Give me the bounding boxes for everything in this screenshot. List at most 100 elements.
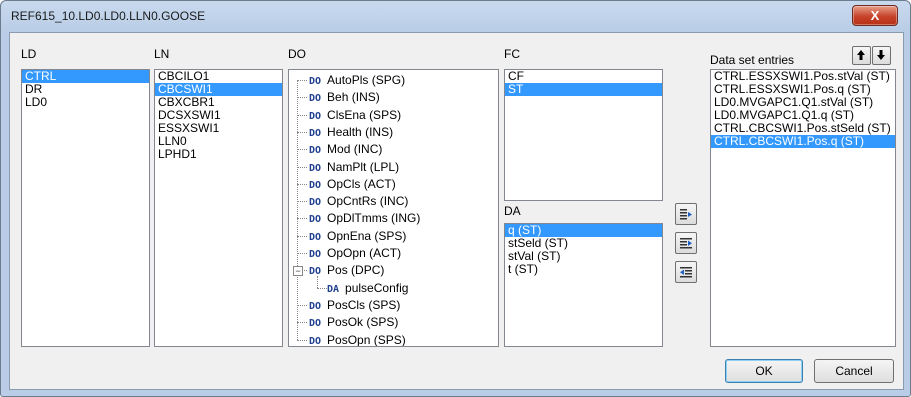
data-object-icon: DO: [309, 266, 322, 278]
do-tree-node[interactable]: DO PosCls (SPS): [309, 297, 400, 314]
do-tree-node[interactable]: DO OpCntRs (INC): [309, 193, 408, 210]
data-object-icon: DO: [309, 249, 322, 260]
tree-connector-line: [297, 149, 307, 151]
dialog-body: LD LN DO FC DA Data set entries CTRL DR LD…: [9, 32, 904, 390]
tree-connector-line: [297, 253, 307, 254]
do-tree-node-label: Pos (DPC): [327, 263, 385, 278]
title-bar[interactable]: REF615_10.LD0.LD0.LLN0.GOOSE X: [1, 1, 910, 31]
tree-connector-line: [297, 218, 307, 220]
tree-connector-line: [297, 114, 307, 116]
do-header: DO: [288, 47, 306, 61]
data-set-entry-item[interactable]: CTRL.CBCSWI1.Pos.q (ST): [711, 135, 895, 148]
data-object-icon: DO: [309, 110, 322, 122]
tree-connector-line: [297, 183, 307, 185]
do-tree-node[interactable]: DO AutoPls (SPG): [309, 72, 405, 89]
data-object-icon: DO: [309, 231, 322, 243]
do-tree-node-label: OpOpn (ACT): [327, 246, 402, 260]
do-tree-node[interactable]: DO OpnEna (SPS): [309, 228, 406, 245]
data-attribute-icon: DA: [327, 283, 340, 295]
data-object-icon: DO: [309, 179, 322, 191]
da-list[interactable]: q (ST) stSeld (ST) stVal (ST) t (ST): [504, 223, 663, 347]
do-tree-node[interactable]: DO PosOpn (SPS): [309, 332, 406, 347]
do-tree-node-label: OpDlTmms (ING): [327, 211, 421, 226]
do-tree-node-label: AutoPls (SPG): [327, 73, 406, 87]
do-tree-node[interactable]: DO OpCls (ACT): [309, 176, 396, 193]
tree-connector-line: [317, 275, 318, 288]
tree-connector-line: [297, 80, 307, 81]
fc-list[interactable]: CF ST: [504, 69, 663, 201]
remove-entry-button[interactable]: [675, 261, 697, 283]
do-tree-node[interactable]: DO Beh (INS): [309, 89, 380, 106]
do-tree-node-label: PosOpn (SPS): [327, 332, 406, 347]
data-object-icon: DO: [309, 335, 322, 347]
tree-connector-line: [297, 131, 307, 133]
fc-header: FC: [504, 47, 520, 61]
data-object-icon: DO: [309, 93, 322, 105]
add-to-list-icon: [680, 209, 692, 220]
do-tree-node[interactable]: DO Pos (DPC): [309, 262, 384, 279]
add-all-icon: [680, 238, 692, 249]
add-entry-button[interactable]: [675, 203, 697, 225]
ok-button[interactable]: OK: [725, 359, 803, 383]
move-up-button[interactable]: [852, 46, 871, 65]
arrow-up-icon: [857, 50, 865, 60]
da-list-item[interactable]: t (ST): [505, 263, 662, 276]
do-tree-node-label: OpCntRs (INC): [327, 194, 409, 209]
close-button[interactable]: X: [852, 5, 898, 26]
remove-from-list-icon: [680, 267, 692, 278]
do-tree-node-label: Health (INS): [327, 124, 394, 139]
ln-header: LN: [154, 47, 170, 61]
data-object-icon: DO: [309, 214, 322, 226]
do-tree-node[interactable]: DO PosOk (SPS): [309, 314, 398, 331]
data-object-icon: DO: [309, 318, 322, 330]
do-tree-node-label: PosOk (SPS): [327, 315, 399, 330]
do-tree-node-label: NamPlt (LPL): [327, 159, 400, 174]
data-object-icon: DO: [309, 162, 322, 174]
do-tree-node-label: pulseConfig: [345, 280, 409, 295]
data-object-icon: DO: [309, 76, 322, 87]
fc-list-item[interactable]: CF: [505, 70, 662, 83]
window-title: REF615_10.LD0.LD0.LLN0.GOOSE: [11, 9, 206, 23]
tree-connector-line: [297, 322, 307, 324]
ld-list[interactable]: CTRL DR LD0: [21, 69, 150, 347]
close-icon: X: [870, 8, 880, 23]
data-object-icon: DO: [309, 197, 322, 209]
do-tree-node[interactable]: DO OpOpn (ACT): [309, 245, 401, 262]
entries-header: Data set entries: [710, 53, 795, 67]
do-tree-node-label: PosCls (SPS): [327, 297, 401, 312]
tree-connector-line: [297, 235, 307, 237]
do-tree-node-label: OpnEna (SPS): [327, 228, 407, 243]
entries-list[interactable]: CTRL.ESSXSWI1.Pos.stVal (ST) CTRL.ESSXSWI…: [710, 69, 896, 347]
da-header: DA: [504, 204, 521, 218]
dialog-window: REF615_10.LD0.LD0.LLN0.GOOSE X LD LN DO …: [0, 0, 911, 397]
ln-list-item[interactable]: LPHD1: [155, 148, 282, 161]
arrow-down-icon: [877, 50, 885, 60]
tree-connector-line: [297, 201, 307, 203]
collapse-toggle-icon[interactable]: −: [293, 266, 303, 277]
do-tree-node[interactable]: DO Mod (INC): [309, 141, 382, 158]
fc-list-item[interactable]: ST: [505, 83, 662, 96]
do-tree-node-label: ClsEna (SPS): [327, 107, 402, 122]
move-down-button[interactable]: [872, 46, 891, 65]
cancel-button[interactable]: Cancel: [814, 359, 894, 383]
tree-connector-line: [297, 80, 298, 340]
ld-header: LD: [21, 47, 37, 61]
do-tree-node[interactable]: DO Health (INS): [309, 124, 393, 141]
do-tree[interactable]: DO AutoPls (SPG) DO Beh (INS) DO ClsEna (SPS)…: [288, 69, 499, 347]
ld-list-item[interactable]: LD0: [22, 96, 149, 109]
tree-connector-line: [297, 304, 307, 306]
tree-connector-line: [297, 339, 307, 341]
tree-connector-line: [297, 166, 307, 168]
data-object-icon: DO: [309, 127, 322, 139]
data-object-icon: DO: [309, 300, 322, 312]
do-tree-node-label: Beh (INS): [327, 90, 380, 105]
add-all-button[interactable]: [675, 232, 697, 254]
do-tree-node-label: Mod (INC): [327, 142, 383, 157]
do-tree-node-label: OpCls (ACT): [327, 176, 396, 191]
data-object-icon: DO: [309, 145, 322, 157]
do-tree-node[interactable]: DO ClsEna (SPS): [309, 107, 401, 124]
do-tree-node[interactable]: DO OpDlTmms (ING): [309, 210, 420, 227]
ln-list[interactable]: CBCILO1 CBCSWI1 CBXCBR1 DCSXSWI1 ESSXSWI1 LLN…: [154, 69, 283, 347]
do-tree-da-node[interactable]: DA pulseConfig: [327, 280, 408, 297]
do-tree-node[interactable]: DO NamPlt (LPL): [309, 159, 399, 176]
